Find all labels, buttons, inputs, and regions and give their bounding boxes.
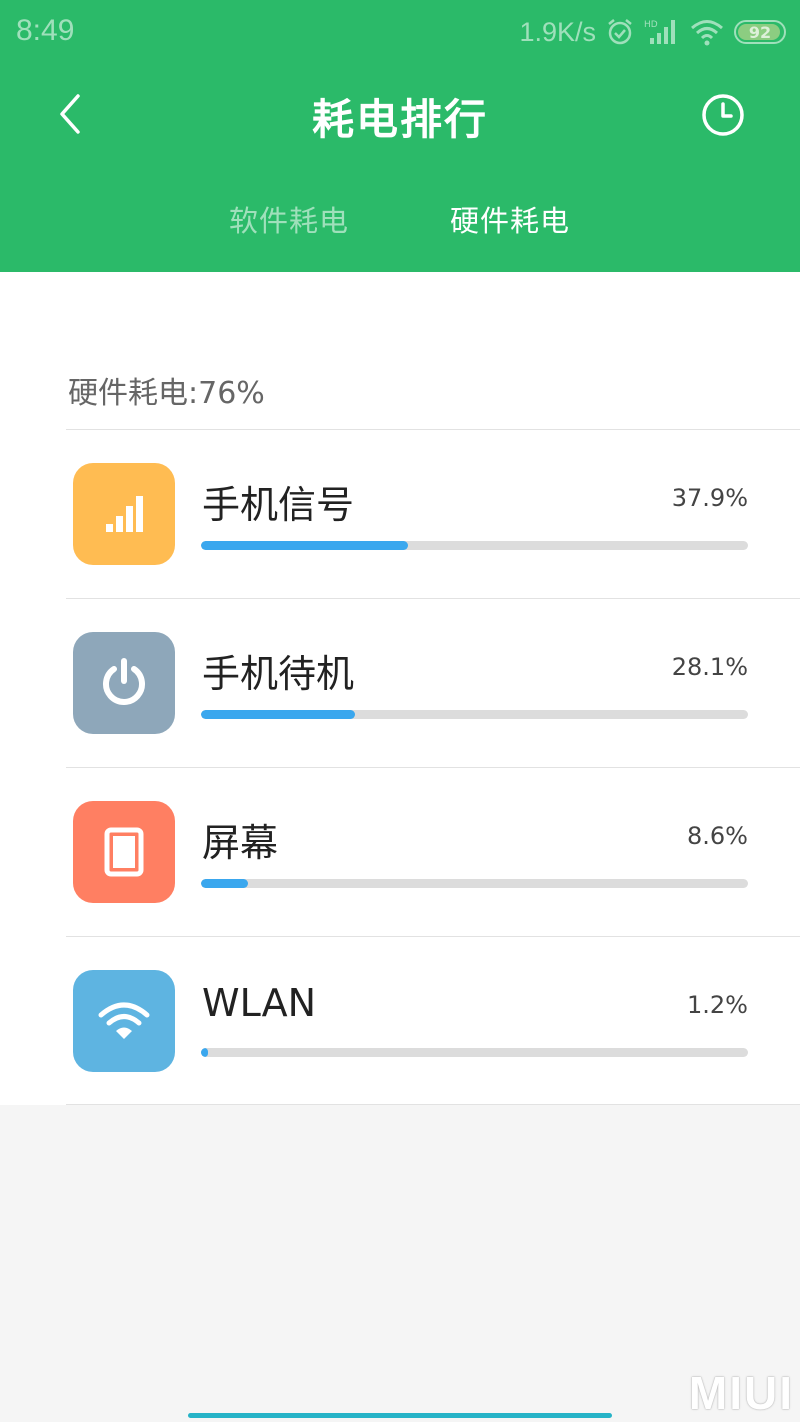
divider xyxy=(66,1104,800,1105)
item-percentage: 1.2% xyxy=(687,991,748,1019)
usage-bar xyxy=(201,710,748,719)
history-button[interactable] xyxy=(700,92,746,138)
wifi-icon xyxy=(73,970,175,1072)
status-icons: 1.9K/s HD 92 xyxy=(519,14,786,50)
alarm-icon xyxy=(606,18,634,46)
tab-software-consumption[interactable]: 软件耗电 xyxy=(229,198,349,240)
status-time: 8:49 xyxy=(16,14,75,47)
item-label: WLAN xyxy=(202,981,317,1025)
usage-bar xyxy=(201,1048,748,1057)
clock-icon xyxy=(702,94,744,136)
usage-bar xyxy=(201,879,748,888)
item-percentage: 28.1% xyxy=(671,653,748,681)
usage-bar-fill xyxy=(201,541,408,550)
list-item-screen[interactable]: 屏幕 8.6% xyxy=(0,768,800,936)
hardware-consumption-list: 硬件耗电:76% 手机信号 37.9% 手机待机 28.1% 屏幕 8.6% W xyxy=(0,272,800,1105)
list-item-cell-signal[interactable]: 手机信号 37.9% xyxy=(0,430,800,598)
hardware-summary: 硬件耗电:76% xyxy=(68,376,265,411)
item-percentage: 37.9% xyxy=(671,484,748,512)
net-speed: 1.9K/s xyxy=(519,16,596,47)
usage-bar-fill xyxy=(201,1048,208,1057)
power-icon xyxy=(73,632,175,734)
item-label: 手机信号 xyxy=(202,483,355,527)
battery-indicator: 92 xyxy=(734,20,786,44)
battery-level: 92 xyxy=(748,22,772,42)
svg-text:HD: HD xyxy=(644,20,658,30)
hd-signal-icon: HD xyxy=(644,18,680,46)
wifi-status-icon xyxy=(690,18,724,46)
usage-bar xyxy=(201,541,748,550)
status-bar: 8:49 1.9K/s HD 92 xyxy=(0,0,800,64)
item-label: 屏幕 xyxy=(202,821,279,865)
screen-icon xyxy=(73,801,175,903)
item-label: 手机待机 xyxy=(202,652,355,696)
usage-bar-fill xyxy=(201,879,248,888)
list-item-standby[interactable]: 手机待机 28.1% xyxy=(0,599,800,767)
item-percentage: 8.6% xyxy=(687,822,748,850)
miui-watermark-logo: MIUI xyxy=(688,1367,794,1419)
tab-hardware-consumption[interactable]: 硬件耗电 xyxy=(450,198,570,240)
list-item-wlan[interactable]: WLAN 1.2% xyxy=(0,937,800,1105)
page-title: 耗电排行 xyxy=(311,95,488,144)
usage-bar-fill xyxy=(201,710,355,719)
home-indicator[interactable] xyxy=(188,1413,612,1418)
app-header: 8:49 1.9K/s HD 92 耗电排行 软件耗电 硬件耗电 xyxy=(0,0,800,272)
cellular-signal-icon xyxy=(73,463,175,565)
